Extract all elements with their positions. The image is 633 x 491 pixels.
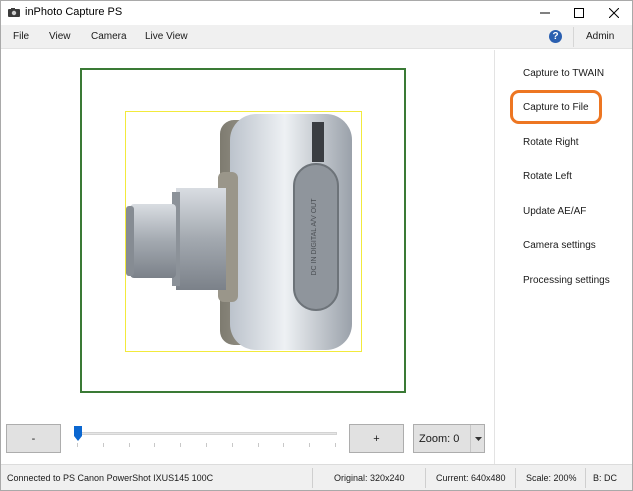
preview-image: DC IN DIGITAL A/V OUT [125,111,362,352]
menu-view[interactable]: View [49,31,71,42]
menu-file[interactable]: File [13,31,29,42]
processing-settings-button[interactable]: Processing settings [523,275,610,286]
maximize-icon [574,8,584,18]
connection-status: Connected to PS Canon PowerShot IXUS145 … [7,473,214,483]
menu-bar: File View Camera Live View ? Admin [1,25,632,49]
capture-to-twain-button[interactable]: Capture to TWAIN [523,68,604,79]
zoom-select[interactable]: Zoom: 0 [413,424,485,453]
app-window: inPhoto Capture PS File View Camera Live… [0,0,633,491]
panel-divider [494,50,495,464]
menu-divider [573,27,574,47]
minimize-button[interactable] [528,1,562,25]
rotate-right-button[interactable]: Rotate Right [523,137,579,148]
app-icon [8,8,20,17]
help-icon[interactable]: ? [549,30,562,43]
slider-tick [257,443,259,447]
original-resolution: Original: 320x240 [334,473,405,483]
camera-photo: DC IN DIGITAL A/V OUT [126,114,352,350]
slider-tick [128,443,130,447]
dropdown-arrow-icon[interactable] [470,425,485,452]
window-title: inPhoto Capture PS [25,6,123,18]
admin-menu[interactable]: Admin [586,31,614,42]
zoom-in-button[interactable]: + [349,424,404,453]
status-divider [312,468,313,488]
rotate-left-button[interactable]: Rotate Left [523,171,572,182]
menu-live-view[interactable]: Live View [145,31,188,42]
slider-tick [77,443,78,447]
camera-port-label: DC IN DIGITAL A/V OUT [311,198,318,276]
current-resolution: Current: 640x480 [436,473,506,483]
close-icon [609,8,619,18]
status-divider [425,468,426,488]
camera-settings-button[interactable]: Camera settings [523,240,596,251]
zoom-slider-thumb[interactable] [74,426,82,441]
zoom-value: Zoom: 0 [419,433,460,445]
slider-tick [180,443,182,447]
mode-status: B: DC [593,473,618,483]
slider-tick [102,443,104,447]
slider-tick [283,443,285,447]
scale-status: Scale: 200% [526,473,577,483]
status-divider [515,468,516,488]
minimize-icon [540,12,550,14]
zoom-slider-track[interactable] [77,432,337,435]
status-bar: Connected to PS Canon PowerShot IXUS145 … [1,464,632,490]
menu-camera[interactable]: Camera [91,31,127,42]
status-divider [585,468,586,488]
capture-to-file-button[interactable]: Capture to File [523,102,589,113]
slider-tick [335,443,336,447]
slider-tick [231,443,233,447]
slider-tick [309,443,311,447]
maximize-button[interactable] [562,1,596,25]
update-ae-af-button[interactable]: Update AE/AF [523,206,586,217]
slider-tick [154,443,156,447]
slider-tick [206,443,207,447]
close-button[interactable] [597,1,631,25]
title-bar: inPhoto Capture PS [1,1,632,25]
zoom-out-button[interactable]: - [6,424,61,453]
